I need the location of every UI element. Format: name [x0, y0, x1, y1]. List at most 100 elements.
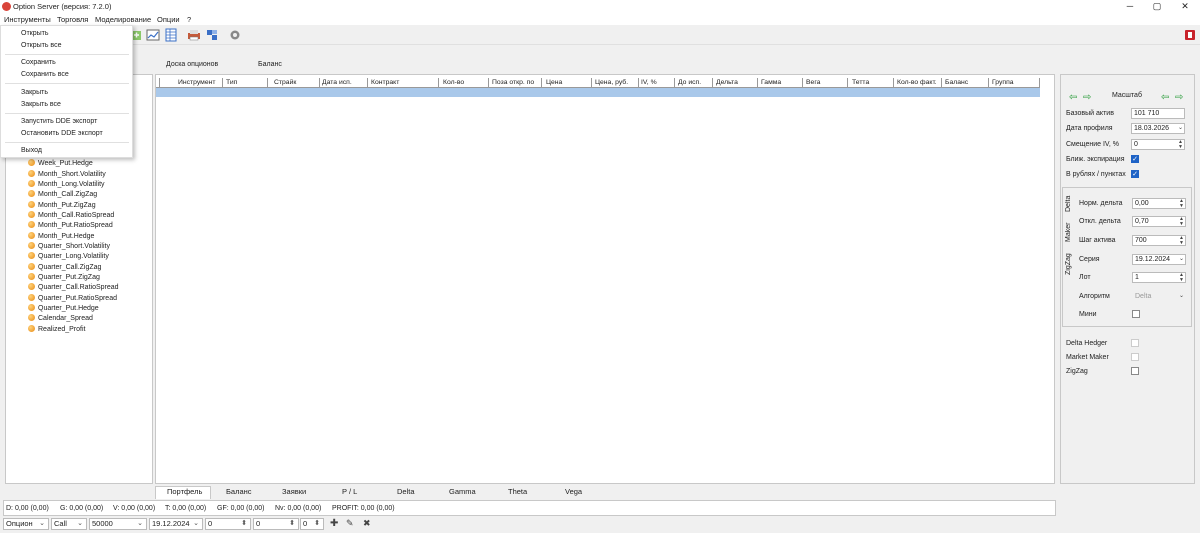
tree-item[interactable]: Month_Put.RatioSpread: [28, 221, 113, 231]
rub-points-checkbox[interactable]: ✓: [1131, 170, 1139, 178]
zigzag-checkbox[interactable]: [1131, 367, 1139, 375]
tree-item[interactable]: Quarter_Call.RatioSpread: [28, 283, 119, 293]
column-header[interactable]: Цена: [546, 79, 562, 86]
tab-balance[interactable]: Баланс: [258, 61, 282, 68]
column-header[interactable]: Дата исп.: [322, 79, 352, 86]
tab-maker-vertical[interactable]: Maker: [1065, 220, 1076, 244]
menu-item-stop-dde[interactable]: Остановить DDE экспорт: [21, 130, 103, 137]
tab-orders[interactable]: Заявки: [282, 487, 306, 499]
column-header[interactable]: Дельта: [716, 79, 738, 86]
date-select[interactable]: 19.12.2024 ⌄: [149, 518, 203, 530]
column-header[interactable]: Кол-во: [443, 79, 464, 86]
chart-icon[interactable]: [146, 28, 160, 42]
selected-row[interactable]: [156, 88, 1040, 97]
tab-theta[interactable]: Theta: [508, 487, 527, 499]
tab-zigzag-vertical[interactable]: ZigZag: [1065, 250, 1076, 278]
tab-pl[interactable]: P / L: [342, 487, 357, 499]
column-header[interactable]: Страйк: [274, 79, 296, 86]
column-header[interactable]: Баланс: [945, 79, 968, 86]
menu-item-open-all[interactable]: Открыть все: [21, 42, 61, 49]
tree-item[interactable]: Calendar_Spread: [28, 314, 93, 324]
menu-item-close[interactable]: Закрыть: [21, 89, 48, 96]
asset-step-stepper[interactable]: 700 ▲ ▼: [1132, 235, 1186, 246]
strike-select[interactable]: 50000 ⌄: [89, 518, 147, 530]
tree-item[interactable]: Realized_Profit: [28, 325, 85, 335]
lot-stepper[interactable]: 1 ▲ ▼: [1132, 272, 1186, 283]
close-button[interactable]: ✕: [1170, 0, 1200, 13]
algorithm-select[interactable]: Delta ⌄: [1132, 291, 1186, 302]
menu-tools[interactable]: Инструменты: [4, 15, 51, 24]
market-maker-checkbox[interactable]: [1131, 353, 1139, 361]
tree-item[interactable]: Quarter_Long.Volatility: [28, 252, 109, 262]
tree-item[interactable]: Month_Put.ZigZag: [28, 201, 96, 211]
column-header[interactable]: IV, %: [641, 79, 657, 86]
column-header[interactable]: Кол-во факт.: [897, 79, 937, 86]
tree-item[interactable]: Week_Put.Hedge: [28, 159, 93, 169]
menu-item-close-all[interactable]: Закрыть все: [21, 101, 61, 108]
menu-item-save-all[interactable]: Сохранить все: [21, 71, 69, 78]
tree-item[interactable]: Quarter_Short.Volatility: [28, 242, 110, 252]
maximize-button[interactable]: ▢: [1142, 0, 1172, 13]
add-icon-order[interactable]: ✚: [330, 518, 338, 529]
column-header[interactable]: Гамма: [761, 79, 781, 86]
menu-item-save[interactable]: Сохранить: [21, 59, 56, 66]
price-stepper[interactable]: 0 ⬍: [253, 518, 299, 530]
arrow-left-icon[interactable]: ⇦: [1069, 92, 1077, 103]
edit-icon[interactable]: ✎: [346, 518, 354, 529]
column-header[interactable]: Вега: [806, 79, 820, 86]
arrow-left-icon[interactable]: ⇦: [1161, 92, 1169, 103]
menu-trading[interactable]: Торговля: [57, 15, 88, 24]
tab-delta-vertical[interactable]: Delta: [1065, 194, 1076, 214]
norm-delta-stepper[interactable]: 0,00 ▲ ▼: [1132, 198, 1186, 209]
tab-delta[interactable]: Delta: [397, 487, 415, 499]
column-header[interactable]: Тип: [226, 79, 237, 86]
column-header[interactable]: Инструмент: [178, 79, 216, 86]
delta-hedger-checkbox[interactable]: [1131, 339, 1139, 347]
tree-item[interactable]: Month_Put.Hedge: [28, 232, 94, 242]
tree-item[interactable]: Month_Short.Volatility: [28, 170, 106, 180]
arrow-right-icon[interactable]: ⇨: [1083, 92, 1091, 103]
quantity2-stepper[interactable]: 0 ⬍: [300, 518, 324, 530]
tree-item[interactable]: Month_Long.Volatility: [28, 180, 105, 190]
series-select[interactable]: 19.12.2024 ⌄: [1132, 254, 1186, 265]
column-header[interactable]: Тетта: [852, 79, 869, 86]
tree-item[interactable]: Quarter_Put.Hedge: [28, 304, 99, 314]
tree-item[interactable]: Quarter_Put.RatioSpread: [28, 294, 117, 304]
tab-gamma[interactable]: Gamma: [449, 487, 476, 499]
near-expiration-checkbox[interactable]: ✓: [1131, 155, 1139, 163]
mini-checkbox[interactable]: [1132, 310, 1140, 318]
tab-portfolio[interactable]: Портфель: [167, 487, 202, 499]
menu-help[interactable]: ?: [187, 15, 191, 24]
exit-icon[interactable]: [1183, 28, 1197, 42]
column-header[interactable]: Контракт: [371, 79, 399, 86]
instrument-select[interactable]: Опцион ⌄: [3, 518, 49, 530]
tab-option-board[interactable]: Доска опционов: [166, 61, 218, 68]
connect-icon[interactable]: [205, 28, 219, 42]
tree-item[interactable]: Quarter_Call.ZigZag: [28, 263, 101, 273]
column-header[interactable]: До исп.: [678, 79, 701, 86]
tree-item[interactable]: Month_Call.ZigZag: [28, 190, 97, 200]
positions-grid[interactable]: Инструмент Тип Страйк Дата исп. Контракт…: [155, 74, 1055, 484]
dev-delta-stepper[interactable]: 0,70 ▲ ▼: [1132, 216, 1186, 227]
gear-icon[interactable]: [228, 28, 242, 42]
tree-item[interactable]: Quarter_Put.ZigZag: [28, 273, 100, 283]
column-header[interactable]: Поза откр. по: [492, 79, 534, 86]
print-icon[interactable]: [187, 28, 201, 42]
menu-modeling[interactable]: Моделирование: [95, 15, 151, 24]
tab-vega[interactable]: Vega: [565, 487, 582, 499]
table-icon[interactable]: [164, 28, 178, 42]
column-header[interactable]: Группа: [992, 79, 1014, 86]
quantity-stepper[interactable]: 0 ⬍: [205, 518, 251, 530]
menu-options[interactable]: Опции: [157, 15, 180, 24]
menu-item-open[interactable]: Открыть: [21, 30, 49, 37]
profile-date-select[interactable]: 18.03.2026 ⌄: [1131, 123, 1185, 134]
tab-balance-bottom[interactable]: Баланс: [226, 487, 252, 499]
delete-icon[interactable]: ✖: [363, 518, 371, 529]
menu-item-exit[interactable]: Выход: [21, 147, 42, 154]
arrow-right-icon[interactable]: ⇨: [1175, 92, 1183, 103]
iv-shift-stepper[interactable]: 0 ▲ ▼: [1131, 139, 1185, 150]
menu-item-start-dde[interactable]: Запустить DDE экспорт: [21, 118, 97, 125]
minimize-button[interactable]: ─: [1115, 0, 1145, 13]
tree-item[interactable]: Month_Call.RatioSpread: [28, 211, 114, 221]
option-type-select[interactable]: Call ⌄: [51, 518, 87, 530]
